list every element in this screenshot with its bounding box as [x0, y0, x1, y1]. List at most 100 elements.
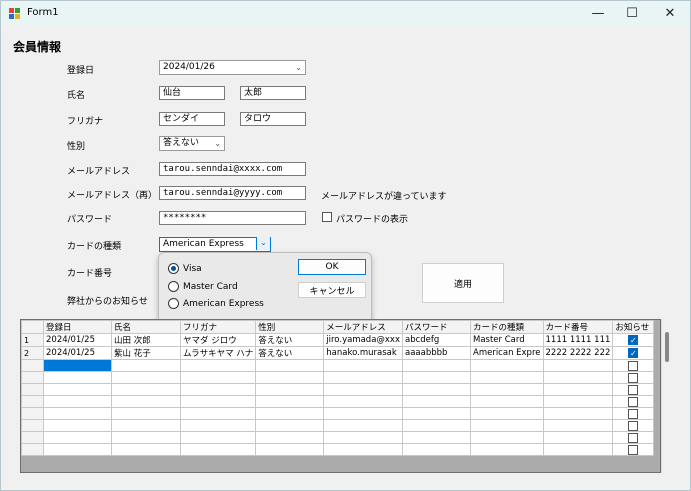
table-cell[interactable] — [255, 419, 325, 432]
row-header[interactable] — [21, 419, 44, 432]
table-cell[interactable] — [323, 407, 403, 420]
table-cell[interactable]: 2024/01/25 — [43, 346, 112, 360]
table-cell[interactable] — [470, 395, 544, 408]
table-cell[interactable] — [43, 371, 112, 384]
table-cell[interactable] — [179, 371, 257, 384]
notice-checkbox[interactable] — [628, 432, 639, 443]
table-cell[interactable] — [470, 419, 544, 432]
table-cell[interactable]: abcdefg — [402, 333, 471, 347]
table-cell[interactable] — [179, 359, 257, 372]
table-cell[interactable] — [111, 407, 181, 420]
table-cell[interactable] — [323, 371, 403, 384]
row-header[interactable] — [21, 383, 44, 396]
table-cell[interactable] — [255, 371, 325, 384]
table-cell[interactable] — [470, 359, 544, 372]
column-header[interactable]: パスワード — [402, 320, 471, 334]
notice-checkbox[interactable] — [628, 384, 639, 395]
last-name-field[interactable]: 仙台 — [159, 86, 225, 100]
table-cell[interactable] — [179, 419, 257, 432]
table-cell[interactable] — [542, 419, 614, 432]
table-cell[interactable] — [179, 395, 257, 408]
row-header[interactable]: 2 — [21, 346, 44, 360]
table-cell[interactable] — [470, 383, 544, 396]
row-header[interactable] — [21, 443, 44, 456]
column-header[interactable]: 性別 — [255, 320, 325, 334]
table-cell[interactable] — [612, 359, 655, 372]
table-cell[interactable] — [43, 359, 112, 372]
table-cell[interactable]: 山田 次郎 — [111, 333, 181, 347]
column-header[interactable]: 登録日 — [43, 320, 112, 334]
table-cell[interactable] — [43, 419, 112, 432]
table-cell[interactable]: hanako.murasak — [323, 346, 403, 360]
card-type-select[interactable]: American Express ⌄ — [159, 237, 271, 252]
grid-scrollbar[interactable] — [661, 319, 671, 473]
notice-checkbox[interactable] — [628, 372, 639, 383]
notice-cell[interactable]: ✓ — [612, 346, 655, 360]
column-header[interactable]: フリガナ — [179, 320, 257, 334]
notice-checkbox[interactable] — [628, 408, 639, 419]
empty-table-row[interactable] — [21, 359, 655, 372]
column-header[interactable]: カードの種類 — [470, 320, 544, 334]
table-cell[interactable]: American Expre — [470, 346, 544, 360]
table-cell[interactable] — [612, 395, 655, 408]
table-cell[interactable] — [470, 443, 544, 456]
table-cell[interactable] — [542, 395, 614, 408]
table-cell[interactable]: 答えない — [255, 346, 325, 360]
table-cell[interactable] — [402, 395, 471, 408]
master-card-radio[interactable] — [168, 281, 179, 292]
row-header[interactable] — [21, 407, 44, 420]
table-cell[interactable] — [542, 443, 614, 456]
notice-checkbox[interactable] — [628, 444, 639, 455]
table-cell[interactable] — [612, 371, 655, 384]
table-cell[interactable] — [612, 407, 655, 420]
table-cell[interactable]: 紫山 花子 — [111, 346, 181, 360]
cancel-button[interactable]: キャンセル — [298, 282, 366, 298]
table-cell[interactable] — [323, 359, 403, 372]
first-name-field[interactable]: 太郎 — [240, 86, 306, 100]
table-cell[interactable] — [402, 371, 471, 384]
notice-checkbox[interactable]: ✓ — [628, 335, 639, 345]
table-cell[interactable] — [43, 395, 112, 408]
table-cell[interactable] — [612, 383, 655, 396]
table-cell[interactable]: aaaabbbb — [402, 346, 471, 360]
table-cell[interactable] — [542, 407, 614, 420]
table-cell[interactable]: ムラサキヤマ ハナ — [179, 346, 257, 360]
maximize-button[interactable]: ☐ — [615, 1, 649, 26]
table-cell[interactable] — [612, 443, 655, 456]
table-cell[interactable] — [402, 359, 471, 372]
empty-table-row[interactable] — [21, 443, 655, 456]
apply-button[interactable]: 適用 — [422, 263, 504, 303]
table-cell[interactable] — [255, 383, 325, 396]
empty-table-row[interactable] — [21, 431, 655, 444]
table-cell[interactable] — [111, 431, 181, 444]
members-grid[interactable]: 登録日 氏名 フリガナ 性別 メールアドレス パスワード カードの種類 カード番… — [20, 319, 661, 473]
row-header[interactable] — [21, 395, 44, 408]
notice-checkbox[interactable] — [628, 360, 639, 371]
table-cell[interactable] — [612, 431, 655, 444]
table-cell[interactable] — [470, 407, 544, 420]
table-cell[interactable] — [255, 359, 325, 372]
table-row[interactable]: 1 2024/01/25 山田 次郎 ヤマダ ジロウ 答えない jiro.yamada@x… — [21, 333, 655, 347]
minimize-button[interactable]: — — [581, 1, 615, 26]
table-cell[interactable] — [323, 443, 403, 456]
table-cell[interactable] — [255, 443, 325, 456]
table-cell[interactable] — [43, 443, 112, 456]
table-cell[interactable] — [542, 359, 614, 372]
table-cell[interactable] — [111, 419, 181, 432]
table-cell[interactable] — [612, 419, 655, 432]
column-header[interactable]: メールアドレス — [323, 320, 403, 334]
first-kana-field[interactable]: タロウ — [240, 112, 306, 126]
notice-checkbox[interactable] — [628, 420, 639, 431]
empty-table-row[interactable] — [21, 371, 655, 384]
column-header[interactable]: お知らせ — [612, 320, 655, 334]
row-header[interactable] — [21, 431, 44, 444]
gender-select[interactable]: 答えない ⌄ — [159, 136, 225, 151]
table-cell[interactable] — [255, 395, 325, 408]
table-cell[interactable] — [323, 395, 403, 408]
show-password-checkbox[interactable] — [322, 212, 332, 222]
table-cell[interactable]: ヤマダ ジロウ — [179, 333, 257, 347]
empty-table-row[interactable] — [21, 383, 655, 396]
table-cell[interactable] — [402, 431, 471, 444]
table-cell[interactable]: 1111 1111 111 — [542, 333, 614, 347]
email-field[interactable]: tarou.senndai@xxxx.com — [159, 162, 306, 176]
